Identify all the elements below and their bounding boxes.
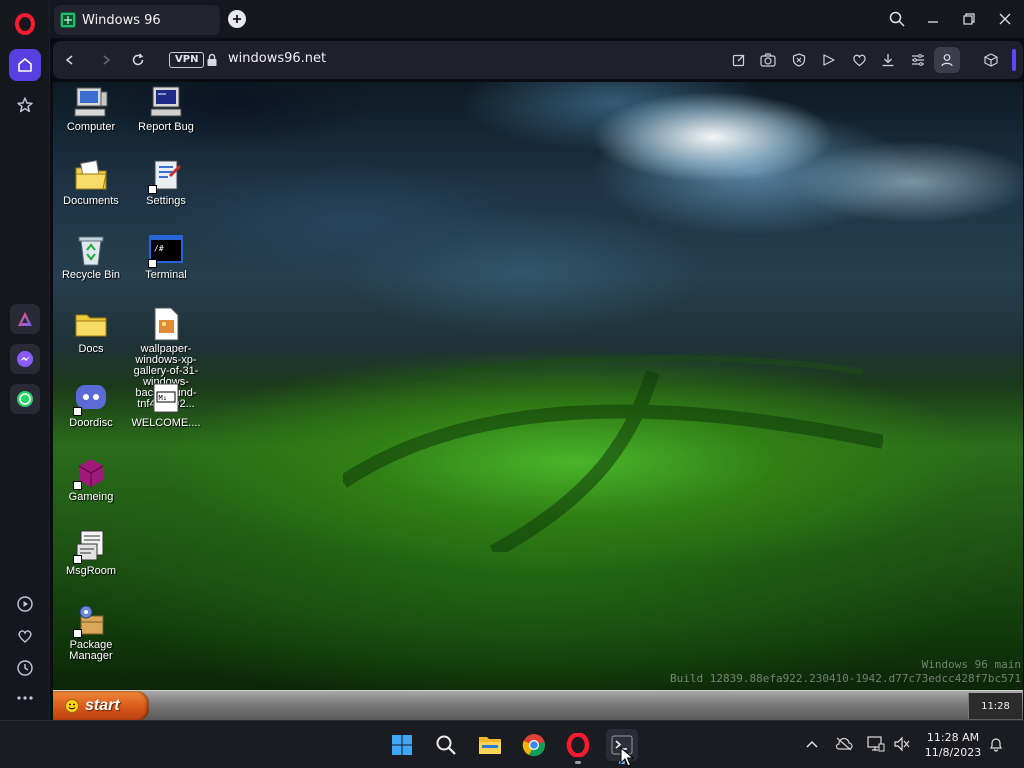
restore-icon[interactable]: [959, 9, 979, 29]
home-icon[interactable]: [9, 49, 41, 81]
tab-title: Windows 96: [82, 12, 161, 28]
url-field[interactable]: windows96.net: [228, 51, 326, 66]
msgroom-icon: [73, 528, 109, 564]
game-icon: [73, 454, 109, 490]
shortcut-arrow-icon: [148, 185, 157, 194]
more-dots-icon[interactable]: [9, 682, 41, 714]
windows96-desktop: Computer Documents Recycle Bin Docs Door…: [53, 82, 1023, 720]
tab-windows96[interactable]: Windows 96: [54, 5, 220, 35]
smiley-icon: [65, 699, 79, 713]
desktop-icon-settings[interactable]: Settings: [128, 158, 204, 207]
opera-sidebar: [0, 0, 50, 720]
build-info: Windows 96 main Build 12839.88efa922.230…: [670, 658, 1021, 685]
tab-strip: Windows 96: [50, 0, 1024, 38]
report-bug-icon: [148, 84, 184, 120]
profile-avatar-icon[interactable]: [934, 47, 960, 73]
camera-snapshot-icon[interactable]: [758, 50, 778, 70]
package-manager-icon: [73, 602, 109, 638]
shortcut-arrow-icon: [148, 259, 157, 268]
desktop-icon-welcome[interactable]: M↓ WELCOME....: [128, 380, 204, 429]
opera-taskbar-icon[interactable]: [562, 729, 594, 764]
shortcut-arrow-icon: [73, 407, 82, 416]
desktop-icon-msgroom[interactable]: MsgRoom: [53, 528, 129, 577]
whatsapp-icon[interactable]: [10, 384, 40, 414]
win96-clock[interactable]: 11:28: [968, 693, 1022, 719]
svg-text:/#: /#: [154, 244, 164, 253]
notification-bell-icon[interactable]: [987, 735, 1005, 753]
screen: Windows 96 VPN windows96.net Computer Do…: [0, 0, 1024, 768]
desktop-icon-terminal[interactable]: /# Terminal: [128, 232, 204, 281]
os-taskbar: 11:28 AM 11/8/2023: [0, 720, 1024, 768]
folder-icon: [73, 306, 109, 342]
chrome-icon[interactable]: [518, 729, 550, 761]
computer-icon: [73, 84, 109, 120]
close-icon[interactable]: [995, 9, 1015, 29]
desktop-icon-computer[interactable]: Computer: [53, 84, 129, 133]
desktop-icon-gameing[interactable]: Gameing: [53, 454, 129, 503]
onedrive-offline-icon[interactable]: [835, 735, 853, 753]
desktop-icon-docs[interactable]: Docs: [53, 306, 129, 355]
download-icon[interactable]: [878, 50, 898, 70]
windows96-favicon-icon: [60, 12, 76, 28]
wallpaper-window-frame-shape: [343, 355, 883, 552]
extensions-cube-icon[interactable]: [981, 50, 1001, 70]
volume-muted-icon[interactable]: [893, 735, 911, 753]
sidebar-accent-bar: [1012, 49, 1016, 71]
desktop-icon-doordisc[interactable]: Doordisc: [53, 380, 129, 429]
mouse-cursor-icon: [620, 747, 634, 767]
adblock-shield-icon[interactable]: [789, 50, 809, 70]
recycle-bin-icon: [73, 232, 109, 268]
shortcut-arrow-icon: [73, 555, 82, 564]
desktop-icon-report-bug[interactable]: Report Bug: [128, 84, 204, 133]
shortcut-arrow-icon: [73, 629, 82, 638]
shortcut-arrow-icon: [73, 481, 82, 490]
show-hidden-icons-chevron-icon[interactable]: [803, 735, 821, 753]
network-icon[interactable]: [867, 735, 885, 753]
address-bar: VPN windows96.net: [53, 41, 1023, 79]
documents-icon: [73, 158, 109, 194]
lock-icon[interactable]: [203, 51, 221, 69]
file-explorer-icon[interactable]: [474, 729, 506, 761]
player-icon[interactable]: [9, 588, 41, 620]
vpn-badge[interactable]: VPN: [169, 52, 205, 68]
running-indicator: [575, 761, 581, 764]
new-tab-plus-icon[interactable]: [228, 10, 246, 28]
back-icon[interactable]: [61, 51, 79, 69]
search-icon[interactable]: [430, 729, 462, 761]
doordisc-icon: [73, 380, 109, 416]
edit-page-icon[interactable]: [729, 50, 749, 70]
pinboard-heart-icon[interactable]: [9, 620, 41, 652]
terminal-icon: /#: [148, 232, 184, 268]
image-file-icon: [148, 306, 184, 342]
win96-taskbar: start 11:28: [53, 690, 1023, 720]
history-clock-icon[interactable]: [9, 652, 41, 684]
send-flow-icon[interactable]: [819, 50, 839, 70]
desktop-icon-recycle-bin[interactable]: Recycle Bin: [53, 232, 129, 281]
forward-icon[interactable]: [97, 51, 115, 69]
easy-setup-sliders-icon[interactable]: [908, 50, 928, 70]
opera-logo-icon[interactable]: [9, 8, 41, 40]
bookmarks-star-icon[interactable]: [9, 89, 41, 121]
settings-icon: [148, 158, 184, 194]
minimize-icon[interactable]: [923, 9, 943, 29]
desktop-icon-documents[interactable]: Documents: [53, 158, 129, 207]
reload-icon[interactable]: [129, 51, 147, 69]
start-button[interactable]: start: [53, 691, 149, 720]
desktop-icon-package-manager[interactable]: Package Manager: [53, 602, 129, 662]
windows-start-icon[interactable]: [386, 729, 418, 761]
messenger-icon[interactable]: [10, 344, 40, 374]
system-clock[interactable]: 11:28 AM 11/8/2023: [918, 730, 988, 760]
aria-ai-icon[interactable]: [10, 304, 40, 334]
search-tabs-icon[interactable]: [887, 9, 907, 29]
heart-bookmark-icon[interactable]: [849, 50, 869, 70]
svg-text:M↓: M↓: [159, 394, 167, 402]
markdown-file-icon: M↓: [148, 380, 184, 416]
